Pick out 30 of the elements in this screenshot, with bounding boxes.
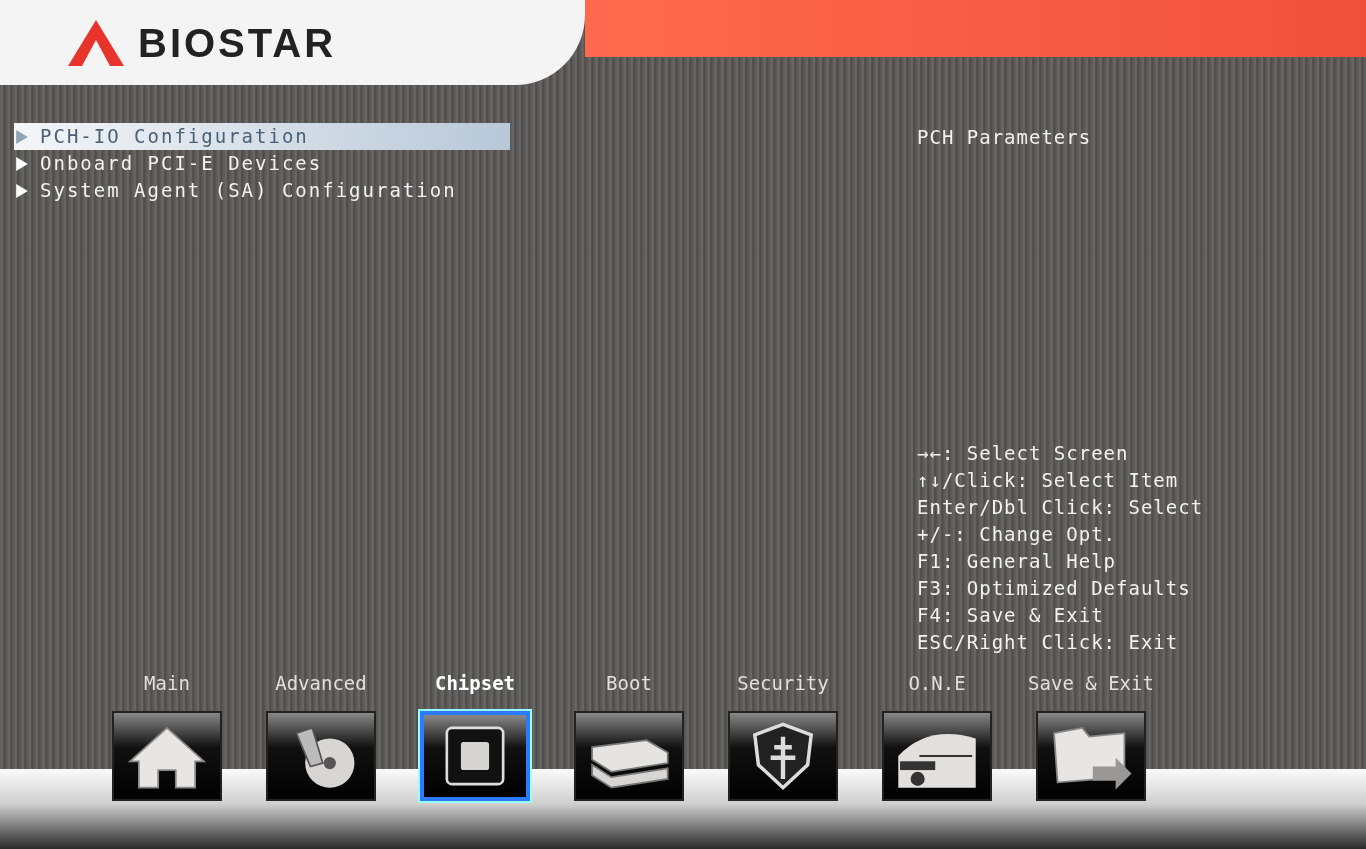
tab-label[interactable]: Advanced xyxy=(275,669,367,693)
triangle-icon xyxy=(16,156,28,171)
logo-text: BIOSTAR xyxy=(138,19,337,67)
tab-label[interactable]: Main xyxy=(144,669,190,693)
tab-label[interactable]: Chipset xyxy=(434,669,516,693)
key-hint: Enter/Dbl Click: Select xyxy=(917,495,1204,520)
help-description: PCH Parameters xyxy=(917,125,1093,150)
menu-item[interactable]: PCH-IO Configuration xyxy=(14,123,510,150)
key-hint: F4: Save & Exit xyxy=(917,603,1105,628)
tab-button[interactable] xyxy=(728,711,838,801)
tab-label[interactable]: O.N.E xyxy=(908,669,966,693)
tab-button[interactable] xyxy=(882,711,992,801)
tab-button[interactable] xyxy=(1036,711,1146,801)
tab-label[interactable]: Boot xyxy=(606,669,652,693)
triangle-icon xyxy=(16,183,28,198)
menu-item[interactable]: System Agent (SA) Configuration xyxy=(14,177,510,204)
tab-label[interactable]: Save & Exit xyxy=(1028,669,1154,693)
key-hint: F1: General Help xyxy=(917,549,1118,574)
triangle-icon xyxy=(16,129,28,144)
tab-button[interactable] xyxy=(112,711,222,801)
key-hint: F3: Optimized Defaults xyxy=(917,576,1192,601)
tab-label[interactable]: Security xyxy=(737,669,829,693)
menu-item[interactable]: Onboard PCI-E Devices xyxy=(14,150,510,177)
tab-button[interactable] xyxy=(574,711,684,801)
key-hint: ESC/Right Click: Exit xyxy=(917,630,1180,655)
key-hint: →←: Select Screen xyxy=(917,441,1130,466)
key-hint: +/-: Change Opt. xyxy=(917,522,1118,547)
key-hint: ↑↓/Click: Select Item xyxy=(917,468,1180,493)
tab-button[interactable] xyxy=(266,711,376,801)
tab-button[interactable] xyxy=(420,711,530,801)
